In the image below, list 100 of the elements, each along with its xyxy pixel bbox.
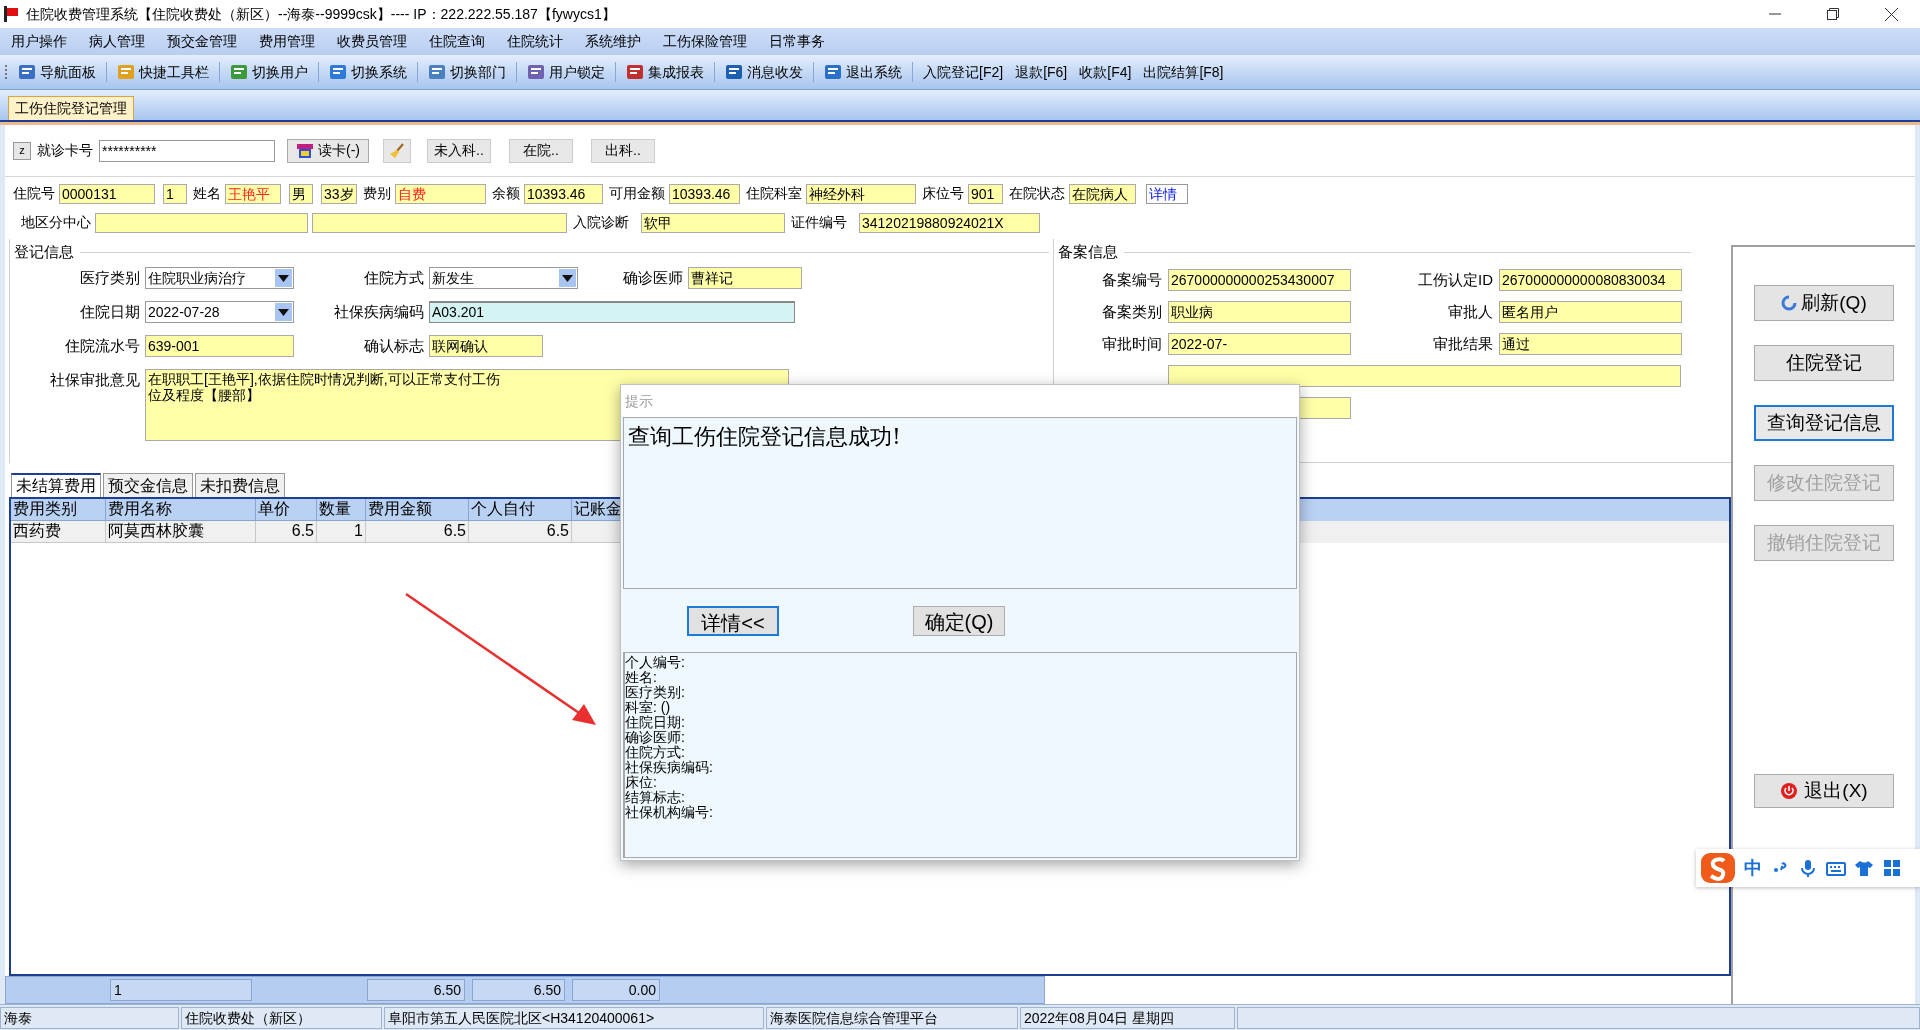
- card-reader-icon: [296, 142, 314, 159]
- toolbar-icon: [527, 63, 545, 81]
- text-field[interactable]: 职业病: [1168, 301, 1351, 323]
- dropdown-arrow-icon: [278, 308, 289, 316]
- action-button[interactable]: 查询登记信息: [1754, 405, 1894, 441]
- total-field: 0.00: [572, 979, 660, 1001]
- dialog-button[interactable]: 确定(Q): [913, 605, 1005, 636]
- text-field[interactable]: 神经外科: [806, 183, 916, 204]
- grip-handle[interactable]: [4, 63, 8, 81]
- dialog-button[interactable]: 详情<<: [687, 605, 779, 636]
- toolbar-button[interactable]: 切换部门: [426, 59, 508, 85]
- table-cell: 1: [317, 521, 366, 543]
- grid-icon[interactable]: [1882, 858, 1902, 878]
- restore-icon: [1827, 8, 1839, 20]
- toolbar-button[interactable]: 集成报表: [624, 59, 706, 85]
- tab[interactable]: 未扣费信息: [195, 473, 285, 497]
- detail-line: 确诊医师:: [625, 730, 685, 745]
- text-field[interactable]: 自费: [395, 183, 486, 204]
- ime-logo-icon[interactable]: [1700, 852, 1736, 884]
- text-field[interactable]: 639-001: [145, 335, 294, 357]
- text-field[interactable]: 267000000000253430007: [1168, 269, 1351, 291]
- toolbar-button[interactable]: 退出系统: [822, 59, 904, 85]
- filter-button[interactable]: 未入科..: [427, 138, 491, 163]
- toolbar-button[interactable]: 切换用户: [228, 59, 310, 85]
- toolbar-icon: [626, 63, 644, 81]
- menu-item[interactable]: 病人管理: [88, 31, 146, 52]
- status-text: 阜阳市第五人民医院北区<H34120400061>: [384, 1006, 764, 1029]
- detail-line: 医疗类别:: [625, 685, 685, 700]
- text-field[interactable]: 男: [289, 183, 313, 204]
- text-field[interactable]: 33岁: [321, 183, 357, 204]
- tab[interactable]: 工伤住院登记管理: [8, 96, 134, 120]
- menu-item[interactable]: 收费员管理: [336, 31, 408, 52]
- text-field[interactable]: [1168, 365, 1681, 387]
- text-field[interactable]: 2022-07-: [1168, 333, 1351, 355]
- text-field[interactable]: 联网确认: [429, 335, 543, 357]
- text-field[interactable]: 10393.46: [669, 183, 740, 204]
- text-field[interactable]: 267000000000080830034: [1499, 269, 1682, 291]
- detail-line: 科室: (): [625, 700, 671, 715]
- field-label: 社保审批意见: [49, 370, 140, 390]
- toolbar-button[interactable]: 快捷工具栏: [115, 59, 211, 85]
- menu-item[interactable]: 用户操作: [10, 31, 68, 52]
- text-field[interactable]: 匿名用户: [1499, 301, 1682, 323]
- toolbar-button[interactable]: 消息收发: [723, 59, 805, 85]
- toolbar-button[interactable]: 切换系统: [327, 59, 409, 85]
- filter-button[interactable]: 出科..: [591, 138, 655, 163]
- field-label: 余额: [492, 184, 520, 203]
- text-field[interactable]: 34120219880924021X: [859, 212, 1040, 233]
- text-field[interactable]: A03.201: [429, 301, 795, 323]
- menu-item[interactable]: 系统维护: [584, 31, 642, 52]
- text-field[interactable]: 王艳平: [225, 183, 281, 204]
- exit-button[interactable]: 退出(X): [1754, 774, 1894, 808]
- toolbar-button[interactable]: 用户锁定: [525, 59, 607, 85]
- group-title: 备案信息: [1058, 241, 1119, 262]
- text-field[interactable]: 在院病人: [1069, 183, 1136, 204]
- text-field[interactable]: 10393.46: [524, 183, 603, 204]
- shirt-icon[interactable]: [1854, 858, 1874, 878]
- card-number-field[interactable]: **********: [99, 139, 275, 162]
- microphone-icon[interactable]: [1798, 858, 1818, 878]
- toolbar-button[interactable]: 入院登记[F2]: [921, 59, 1006, 85]
- table-cell: 6.5: [256, 521, 317, 543]
- dropdown[interactable]: 住院职业病治疗: [145, 267, 294, 289]
- menu-item[interactable]: 住院查询: [428, 31, 486, 52]
- clear-button[interactable]: z: [13, 141, 31, 160]
- menu-item[interactable]: 工伤保险管理: [662, 31, 748, 52]
- detail-line: 个人编号:: [625, 655, 685, 670]
- field-label: 证件编号: [791, 213, 847, 232]
- filter-button[interactable]: 在院..: [509, 138, 573, 163]
- dialog-title: 提示: [625, 391, 653, 411]
- text-field[interactable]: [312, 212, 567, 233]
- ime-mode-toggle[interactable]: 中: [1744, 854, 1762, 882]
- action-button[interactable]: 刷新(Q): [1754, 285, 1894, 321]
- text-field[interactable]: 901: [968, 183, 1003, 204]
- text-field[interactable]: [95, 212, 308, 233]
- field-label: 住院号: [13, 184, 55, 203]
- toolbar-icon: [18, 63, 36, 81]
- dropdown[interactable]: 2022-07-28: [145, 301, 294, 323]
- text-field[interactable]: 1: [163, 183, 187, 204]
- clear-button[interactable]: [383, 138, 411, 163]
- menu-item[interactable]: 住院统计: [506, 31, 564, 52]
- toolbar-button[interactable]: 退款[F6]: [1013, 59, 1070, 85]
- toolbar-button[interactable]: 出院结算[F8]: [1141, 59, 1226, 85]
- field-label: 住院方式: [363, 268, 424, 288]
- text-field[interactable]: 软甲: [641, 212, 785, 233]
- table-cell: 阿莫西林胶囊: [106, 521, 256, 543]
- detail-line: 社保疾病编码:: [625, 760, 713, 775]
- read-card-button[interactable]: 读卡(-): [287, 138, 369, 163]
- text-field[interactable]: 0000131: [59, 183, 155, 204]
- field-label: 费别: [363, 184, 391, 203]
- menu-item[interactable]: 费用管理: [258, 31, 316, 52]
- text-field[interactable]: 通过: [1499, 333, 1682, 355]
- text-field[interactable]: 曹祥记: [688, 267, 802, 289]
- toolbar-button[interactable]: 导航面板: [16, 59, 98, 85]
- dropdown[interactable]: 新发生: [429, 267, 578, 289]
- toolbar-button[interactable]: 收款[F4]: [1077, 59, 1134, 85]
- details-link[interactable]: 详情: [1146, 183, 1188, 204]
- menu-item[interactable]: 日常事务: [768, 31, 826, 52]
- tab[interactable]: 未结算费用: [11, 473, 101, 497]
- action-button[interactable]: 住院登记: [1754, 345, 1894, 381]
- tab[interactable]: 预交金信息: [103, 473, 193, 497]
- menu-item[interactable]: 预交金管理: [166, 31, 238, 52]
